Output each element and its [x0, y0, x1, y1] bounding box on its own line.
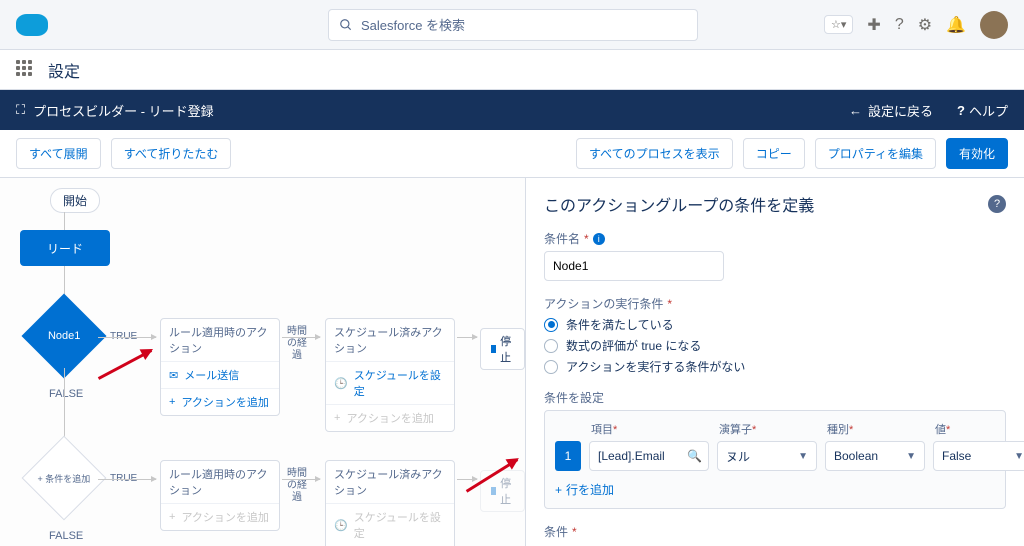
app-launcher-icon[interactable]: [16, 60, 36, 80]
exec-condition-label: アクションの実行条件*: [544, 295, 1006, 312]
add-action-disabled: +アクションを追加: [161, 504, 279, 530]
search-icon: 🔍: [687, 449, 702, 463]
salesforce-logo: [16, 14, 48, 36]
chevron-down-icon: ▼: [1014, 451, 1024, 462]
panel-help-icon[interactable]: ?: [988, 195, 1006, 213]
annotation-arrow: [98, 349, 152, 380]
type-select[interactable]: Boolean▼: [825, 441, 925, 471]
col-operator: 演算子*: [719, 421, 819, 437]
chevron-down-icon: ▼: [798, 451, 808, 462]
expand-all-button[interactable]: すべて展開: [16, 138, 101, 169]
info-icon[interactable]: i: [593, 233, 605, 245]
search-placeholder: Salesforce を検索: [361, 15, 465, 34]
field-lookup[interactable]: [Lead].Email🔍: [589, 441, 709, 471]
set-schedule-link[interactable]: 🕒スケジュールを設定: [326, 362, 454, 404]
operator-select[interactable]: ヌル▼: [717, 441, 817, 471]
collapse-all-button[interactable]: すべて折りたたむ: [111, 138, 232, 169]
scheduled-actions-card-inactive[interactable]: スケジュール済みアクション 🕒スケジュールを設定 +アクションを追加: [325, 460, 455, 546]
panel-title: このアクショングループの条件を定義: [544, 192, 814, 216]
set-conditions-label: 条件を設定: [544, 389, 1006, 406]
condition-row-1: 1 [Lead].Email🔍 ヌル▼ Boolean▼ False▼ ×: [555, 441, 995, 471]
radio-icon: [544, 318, 558, 332]
stop-icon: [491, 345, 496, 353]
back-to-setup-link[interactable]: ← 設定に戻る: [849, 101, 933, 120]
clock-icon: 🕒: [334, 377, 348, 390]
process-builder-header: ⛶ プロセスビルダー - リード登録 ← 設定に戻る ? ヘルプ: [0, 90, 1024, 130]
start-node[interactable]: 開始: [50, 188, 100, 213]
chevron-down-icon: ▼: [906, 451, 916, 462]
set-schedule-disabled: 🕒スケジュールを設定: [326, 504, 454, 546]
condition-logic-label: 条件*: [544, 523, 1006, 540]
process-toolbar: すべて展開 すべて折りたたむ すべてのプロセスを表示 コピー プロパティを編集 …: [0, 130, 1024, 178]
edit-properties-button[interactable]: プロパティを編集: [815, 138, 936, 169]
immediate-actions-card[interactable]: ルール適用時のアクション ✉メール送信 +アクションを追加: [160, 318, 280, 416]
criteria-name-label: 条件名*i: [544, 230, 1006, 247]
criteria-side-panel: このアクショングループの条件を定義 ? 条件名*i アクションの実行条件* 条件…: [525, 178, 1024, 546]
activate-button[interactable]: 有効化: [946, 138, 1008, 169]
global-search[interactable]: Salesforce を検索: [328, 9, 698, 41]
exec-opt-formula-true[interactable]: 数式の評価が true になる: [544, 337, 1006, 354]
header-utility-icons: ☆▾ ✚ ? ⚙ 🔔: [824, 11, 1008, 39]
exec-opt-conditions-met[interactable]: 条件を満たしている: [544, 316, 1006, 333]
global-header: Salesforce を検索 ☆▾ ✚ ? ⚙ 🔔: [0, 0, 1024, 50]
add-row-link[interactable]: +行を追加: [555, 481, 995, 498]
col-field: 項目*: [591, 421, 711, 437]
help-link[interactable]: ? ヘルプ: [957, 101, 1008, 120]
connector: [98, 479, 156, 480]
card-title: スケジュール済みアクション: [326, 319, 454, 362]
false-label: FALSE: [49, 530, 83, 542]
global-add-icon[interactable]: ✚: [867, 15, 880, 35]
conditions-builder: 項目* 演算子* 種別* 値* 1 [Lead].Email🔍 ヌル▼ Bool…: [544, 410, 1006, 509]
connector: [64, 212, 65, 230]
notifications-icon[interactable]: 🔔: [946, 15, 966, 35]
add-action-disabled: +アクションを追加: [326, 404, 454, 431]
connector: [457, 479, 477, 480]
card-title: ルール適用時のアクション: [161, 461, 279, 504]
card-title: スケジュール済みアクション: [326, 461, 454, 504]
object-node-lead[interactable]: リード: [20, 230, 110, 266]
expand-icon[interactable]: ⛶: [16, 102, 25, 118]
scheduled-actions-card[interactable]: スケジュール済みアクション 🕒スケジュールを設定 +アクションを追加: [325, 318, 455, 432]
stop-node[interactable]: 停止: [480, 328, 525, 370]
show-all-processes-button[interactable]: すべてのプロセスを表示: [576, 138, 733, 169]
false-label: FALSE: [49, 388, 83, 400]
radio-icon: [544, 339, 558, 353]
time-elapsed-label: 時間の経過: [286, 468, 308, 504]
help-icon[interactable]: ?: [895, 16, 904, 34]
plus-icon: +: [169, 396, 175, 408]
time-elapsed-label: 時間の経過: [286, 326, 308, 362]
subheader-title: 設定: [48, 58, 80, 82]
add-criteria-node[interactable]: + 条件を追加: [34, 448, 94, 508]
user-avatar[interactable]: [980, 11, 1008, 39]
connector: [98, 337, 156, 338]
value-select[interactable]: False▼: [933, 441, 1024, 471]
search-icon: [339, 18, 353, 32]
plus-icon: +: [334, 412, 340, 424]
action-mail-send[interactable]: ✉メール送信: [161, 362, 279, 388]
col-type: 種別*: [827, 421, 927, 437]
add-action-link[interactable]: +アクションを追加: [161, 388, 279, 415]
row-number: 1: [555, 441, 581, 471]
col-value: 値*: [935, 421, 1024, 437]
main-split: 開始 リード Node1 TRUE FALSE ルール適用時のアクション ✉メー…: [0, 178, 1024, 546]
connector: [282, 479, 320, 480]
process-breadcrumb: プロセスビルダー - リード登録: [33, 101, 214, 120]
process-canvas: 開始 リード Node1 TRUE FALSE ルール適用時のアクション ✉メー…: [0, 178, 525, 546]
exec-opt-no-criteria[interactable]: アクションを実行する条件がない: [544, 358, 1006, 375]
connector: [282, 337, 320, 338]
setup-gear-icon[interactable]: ⚙: [918, 15, 932, 35]
favorites-button[interactable]: ☆▾: [824, 15, 853, 34]
criteria-node-node1[interactable]: Node1: [34, 306, 94, 366]
radio-icon: [544, 360, 558, 374]
immediate-actions-card-inactive[interactable]: ルール適用時のアクション +アクションを追加: [160, 460, 280, 531]
connector: [457, 337, 477, 338]
mail-icon: ✉: [169, 369, 178, 382]
app-subheader: 設定: [0, 50, 1024, 90]
plus-icon: +: [555, 483, 562, 497]
card-title: ルール適用時のアクション: [161, 319, 279, 362]
copy-button[interactable]: コピー: [743, 138, 805, 169]
criteria-name-input[interactable]: [544, 251, 724, 281]
